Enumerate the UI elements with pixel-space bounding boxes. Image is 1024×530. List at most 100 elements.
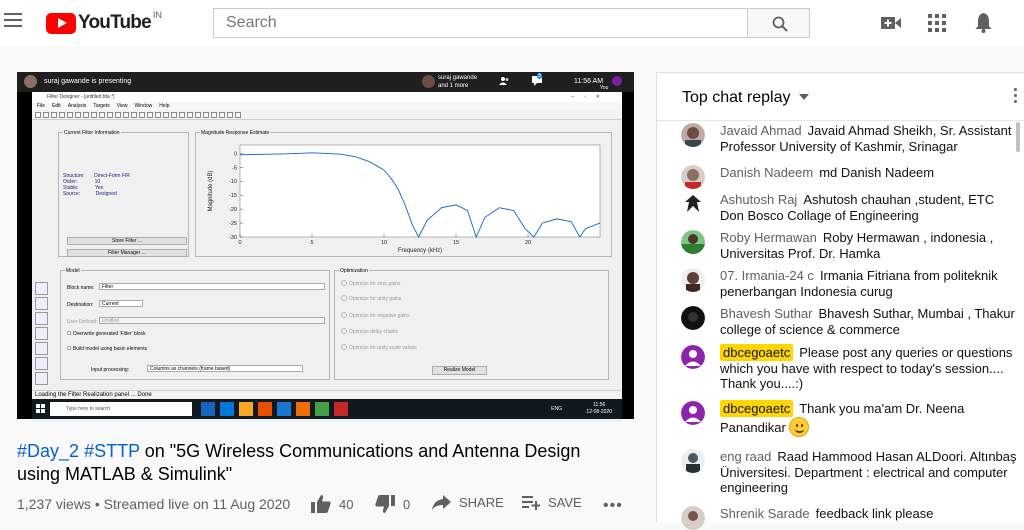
people-icon	[499, 77, 509, 85]
app-side-toolbar	[35, 282, 50, 397]
avatar[interactable]	[681, 268, 705, 292]
chrome-icon[interactable]	[315, 402, 329, 416]
live-chat-replay: Top chat replay Javaid Ahmad Javaid Ahmad…	[656, 72, 1024, 530]
apps-grid-icon[interactable]	[928, 14, 946, 32]
more-actions-icon[interactable]: •••	[603, 497, 623, 515]
chat-author-moderator[interactable]: dbcegoaetc	[720, 344, 794, 361]
avatar[interactable]	[681, 449, 705, 473]
tool-icon[interactable]	[35, 342, 48, 355]
chat-author[interactable]: Shrenik Sarade	[720, 506, 810, 521]
save-button[interactable]: SAVE	[522, 495, 582, 510]
avatar[interactable]	[681, 401, 705, 425]
like-button[interactable]: 40	[311, 495, 353, 513]
block-name-field[interactable]: Filter	[99, 283, 325, 290]
filter-manager-button[interactable]: Filter Manager ...	[67, 249, 187, 257]
taskview-icon[interactable]	[201, 402, 215, 416]
meet-presentation-bar: suraj gawande is presenting suraj gawand…	[17, 72, 634, 92]
avatar[interactable]	[681, 192, 705, 216]
windows-start-icon[interactable]	[36, 404, 45, 413]
magnitude-response-chart: 0-5-10-15-20-25-300 5 10 15 20Magnitude (dB)…	[208, 144, 601, 254]
search-icon	[772, 16, 788, 32]
model-panel: Model Block name: Filter Destination: Cu…	[60, 268, 330, 380]
tool-icon[interactable]	[35, 357, 48, 370]
video-player[interactable]: suraj gawande is presenting suraj gawand…	[17, 72, 634, 422]
optimize-negative-gains[interactable]: Optimize for negative gains	[341, 312, 410, 319]
optimize-delay-chains[interactable]: Optimize delay chains	[341, 328, 398, 335]
chat-message: dbcegoaetc Please post any queries or que…	[681, 344, 1017, 392]
tool-icon[interactable]	[35, 327, 48, 340]
hashtag-link[interactable]: #Day_2	[17, 441, 79, 461]
store-filter-button[interactable]: Store Filter ...	[67, 237, 187, 245]
avatar[interactable]	[681, 165, 705, 189]
youtube-play-icon	[46, 12, 76, 34]
dropdown-caret-icon	[798, 94, 809, 100]
build-model-checkbox[interactable]: ☐ Build model using basic elements	[67, 346, 147, 352]
search-input[interactable]	[214, 9, 747, 37]
app-icon[interactable]	[258, 402, 272, 416]
chat-message: eng raad Raad Hammood Hasan ALDoori. Altı…	[681, 449, 1017, 496]
plot-area	[239, 144, 601, 238]
chat-scrollbar[interactable]	[1016, 122, 1020, 152]
share-button[interactable]: SHARE	[432, 495, 504, 510]
tool-icon[interactable]	[35, 372, 48, 385]
edge-icon[interactable]	[220, 402, 234, 416]
menu-icon[interactable]	[4, 13, 22, 27]
powerpoint-icon[interactable]	[334, 402, 348, 416]
optimize-zero-gains[interactable]: Optimize for zero gains	[341, 280, 400, 287]
chat-message: dbcegoaetc Thank you ma'am Dr. Neena Pana…	[681, 400, 1017, 437]
optimize-unity-scale[interactable]: Optimize for unity scale values	[341, 344, 417, 351]
chat-author[interactable]: Roby Hermawan	[720, 230, 817, 245]
shared-screen: Filter Designer - [untitled.fda *] –▫✕ Fi…	[32, 92, 622, 422]
video-meta: 1,237 views • Streamed live on 11 Aug 20…	[17, 496, 291, 512]
thumbs-up-icon	[311, 495, 331, 513]
x-axis-label: Frequency (kHz)	[398, 248, 442, 254]
participants-label: suraj gawande and 1 more	[438, 75, 478, 89]
chat-author[interactable]: Javaid Ahmad	[720, 123, 802, 138]
chat-author[interactable]: eng raad	[720, 449, 771, 464]
tool-icon[interactable]	[35, 282, 48, 295]
avatar[interactable]	[681, 230, 705, 254]
masthead: YouTube IN	[0, 0, 1024, 46]
chat-more-options-icon[interactable]	[1014, 88, 1018, 106]
create-video-icon[interactable]	[881, 15, 901, 31]
outlook-icon[interactable]	[277, 402, 291, 416]
notifications-bell-icon[interactable]	[975, 13, 992, 33]
user-defined-field[interactable]: Untitled	[99, 317, 325, 324]
avatar[interactable]	[681, 506, 705, 530]
chat-mode-dropdown[interactable]: Top chat replay	[682, 89, 809, 107]
magnitude-response-panel: Magnitude Response Estimate 0 -5 -10 -15 -20…	[195, 130, 612, 257]
chat-author-moderator[interactable]: dbcegoaetc	[720, 400, 794, 417]
matlab-icon[interactable]	[296, 402, 310, 416]
chat-author[interactable]: Bhavesh Suthar	[720, 306, 813, 321]
explorer-icon[interactable]	[239, 402, 253, 416]
share-arrow-icon	[432, 495, 451, 510]
input-processing-select[interactable]: Columns as channels (frame based)	[147, 365, 303, 372]
chat-message: Bhavesh Suthar Bhavesh Suthar, Mumbai , T…	[681, 306, 1017, 337]
chat-text: feedback link please	[815, 506, 934, 521]
y-tick-label: 0	[234, 151, 237, 157]
hashtag-link[interactable]: #STTP	[84, 441, 140, 461]
taskbar-search[interactable]: Type here to search	[50, 402, 192, 416]
tool-icon[interactable]	[35, 312, 48, 325]
destination-select[interactable]: Current	[99, 300, 143, 307]
avatar[interactable]	[681, 306, 705, 330]
chat-author[interactable]: 07. Irmania-24 c	[720, 268, 814, 283]
search-box	[213, 8, 748, 38]
app-status-bar: Loading the Filter Realization panel ...…	[32, 390, 622, 399]
avatar[interactable]	[681, 345, 705, 369]
tool-icon[interactable]	[35, 297, 48, 310]
x-tick-label: 5	[310, 240, 313, 246]
smiley-emoji-icon	[789, 416, 810, 437]
presenter-avatar	[24, 75, 37, 88]
dislike-button[interactable]: 0	[375, 495, 410, 513]
search-button[interactable]	[747, 8, 810, 38]
realize-model-button[interactable]: Realize Model	[432, 366, 487, 375]
chat-message: 07. Irmania-24 c Irmania Fitriana from po…	[681, 268, 1017, 299]
overwrite-checkbox[interactable]: ☐ Overwrite generated 'Filter' block	[67, 331, 146, 337]
optimize-unity-gains[interactable]: Optimize for unity gains	[341, 295, 401, 302]
app-window-title: Filter Designer - [untitled.fda *] –▫✕	[32, 92, 622, 102]
chat-author[interactable]: Danish Nadeem	[720, 165, 813, 180]
youtube-logo[interactable]: YouTube IN	[46, 10, 162, 34]
chat-author[interactable]: Ashutosh Raj	[720, 192, 797, 207]
avatar[interactable]	[681, 123, 705, 147]
